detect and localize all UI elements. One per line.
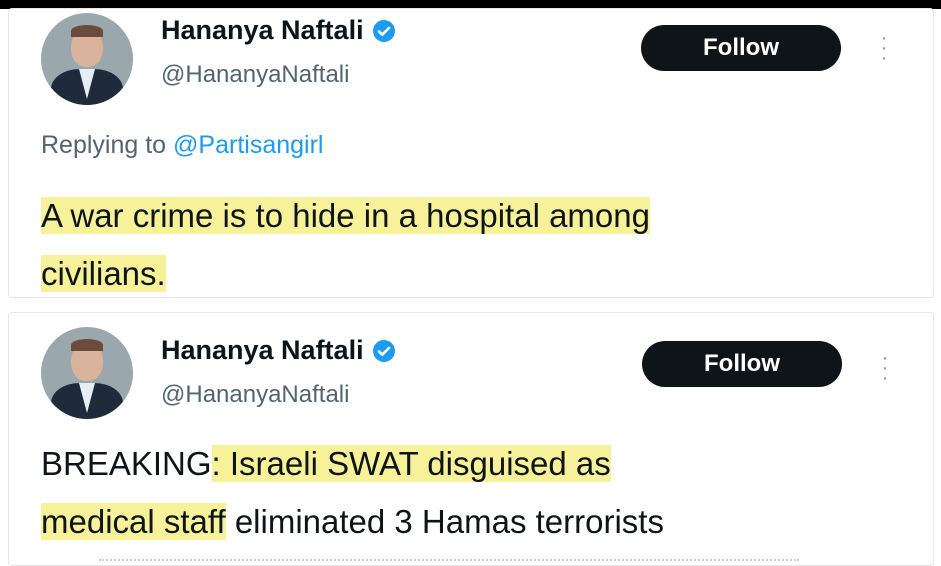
tweet-text-highlight-2: medical staff — [41, 503, 226, 540]
reply-mention-link[interactable]: @Partisangirl — [173, 131, 323, 159]
tweet-text-rest: eliminated 3 Hamas terrorists — [225, 503, 664, 540]
tweet-text: A war crime is to hide in a hospital amo… — [41, 187, 921, 303]
tweet-text: BREAKING: Israeli SWAT disguised as medi… — [41, 435, 921, 551]
author-name-text: Hananya Naftali — [161, 15, 364, 45]
avatar[interactable] — [41, 13, 133, 105]
tweet-text-line-2: civilians. — [41, 255, 166, 292]
tweet-text-prefix: BREAKING — [41, 445, 212, 482]
author-name[interactable]: Hananya Naftali — [161, 15, 396, 46]
replying-to-label: Replying to — [41, 131, 167, 159]
author-handle[interactable]: @HananyaNaftali — [161, 381, 349, 409]
author-name-text: Hananya Naftali — [161, 335, 364, 365]
tweet-card-1[interactable]: Hananya Naftali @HananyaNaftali Follow ·… — [8, 8, 934, 298]
more-vertical-icon[interactable]: · · · — [875, 348, 895, 388]
tweet-text-line-1: A war crime is to hide in a hospital amo… — [41, 197, 650, 234]
follow-button[interactable]: Follow — [642, 341, 842, 387]
follow-button[interactable]: Follow — [641, 25, 841, 71]
more-vertical-icon[interactable]: · · · — [874, 28, 894, 68]
avatar[interactable] — [41, 327, 133, 419]
verified-badge-icon — [372, 339, 395, 362]
tweet-card-2[interactable]: Hananya Naftali @HananyaNaftali Follow ·… — [8, 312, 934, 566]
verified-badge-icon — [372, 19, 395, 42]
tweet-text-highlight-1: : Israeli SWAT disguised as — [211, 445, 611, 482]
replying-to: Replying to @Partisangirl — [41, 131, 323, 160]
author-name[interactable]: Hananya Naftali — [161, 335, 396, 366]
author-handle[interactable]: @HananyaNaftali — [161, 61, 349, 89]
